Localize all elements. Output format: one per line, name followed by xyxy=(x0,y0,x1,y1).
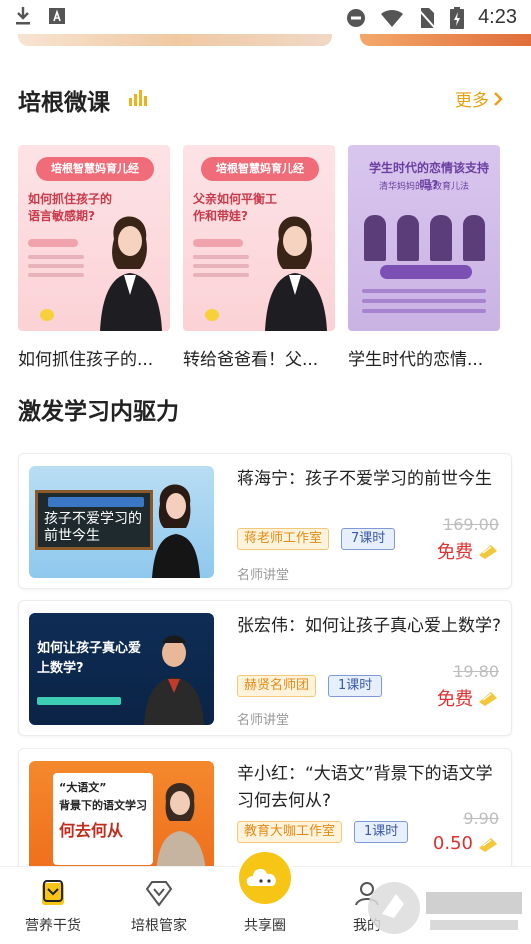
download-icon xyxy=(14,6,32,26)
micro-course-title: 转给爸爸看！父... xyxy=(183,350,319,370)
presenter-figure xyxy=(144,635,204,725)
course-title: 张宏伟：如何让孩子真心爱上数学? xyxy=(237,616,502,636)
nav-item-nutrition[interactable]: 营养干货 xyxy=(8,879,98,935)
presenter-figure xyxy=(156,783,206,873)
status-bar: 4:23 xyxy=(0,0,531,36)
course-card[interactable]: 如何让孩子真心爱上数学? 张宏伟：如何让孩子真心爱上数学? 赫贤名师团 1课时 … xyxy=(18,600,512,736)
org-tag[interactable]: 教育大咖工作室 xyxy=(237,821,343,843)
thumb-title-line: 背景下的语文学习 xyxy=(59,799,147,812)
presenter-figure xyxy=(265,216,327,331)
presenter-figure xyxy=(100,216,162,331)
chevron-right-icon xyxy=(493,91,503,107)
course-card[interactable]: 孩子不爱学习的前世今生 蒋海宁：孩子不爱学习的前世今生 蒋老师工作室 7课时 1… xyxy=(18,453,512,589)
thumb-subtitle: 清华妈妈的高效育儿法 xyxy=(378,182,469,192)
thumb-text-lines xyxy=(362,289,486,319)
thumb-tag: 培根智慧妈育儿经 xyxy=(201,157,319,181)
micro-course-list: 培根智慧妈育儿经 如何抓住孩子的语言敏感期? 如何抓住孩子的... 培根智慧妈育… xyxy=(18,145,518,375)
cloud-face-icon xyxy=(246,868,276,886)
heart-badge-icon xyxy=(144,879,174,907)
original-price: 9.90 xyxy=(463,809,499,828)
price-value: 免费 xyxy=(437,542,473,563)
audio-bars-icon xyxy=(128,88,150,110)
thumb-bar xyxy=(37,697,121,705)
thumb-name-pill xyxy=(28,239,78,247)
course-source: 名师讲堂 xyxy=(237,713,290,728)
org-tag[interactable]: 蒋老师工作室 xyxy=(237,528,330,550)
duck-decoration xyxy=(205,309,219,321)
price: 免费 xyxy=(437,538,499,564)
section-title-micro: 培根微课 xyxy=(18,90,110,116)
course-source: 名师讲堂 xyxy=(237,568,290,583)
no-sim-icon xyxy=(418,7,436,29)
course-thumbnail[interactable]: “大语文” 背景下的语文学习 何去何从 xyxy=(29,761,214,873)
thumb-tag: 培根智慧妈育儿经 xyxy=(36,157,154,181)
course-thumbnail[interactable]: 如何让孩子真心爱上数学? xyxy=(29,613,214,725)
text-a-icon xyxy=(48,7,66,25)
course-tags: 赫贤名师团 1课时 xyxy=(237,675,383,697)
course-title: 辛小红：“大语文”背景下的语文学习何去何从? xyxy=(237,764,493,811)
org-tag[interactable]: 赫贤名师团 xyxy=(237,675,317,697)
nav-share-circle-button[interactable] xyxy=(236,849,294,907)
price: 免费 xyxy=(437,685,499,711)
more-link[interactable]: 更多 xyxy=(455,86,503,111)
thumb-title-line: 何去何从 xyxy=(59,821,124,840)
guest-figures xyxy=(358,205,490,261)
bag-heart-icon xyxy=(39,879,67,907)
price: 0.50 xyxy=(433,833,499,854)
blackboard: 孩子不爱学习的前世今生 xyxy=(35,490,153,550)
lesson-count-tag: 1课时 xyxy=(328,675,383,697)
thumb-banner xyxy=(380,265,472,279)
original-price: 19.80 xyxy=(453,662,499,681)
course-title: 蒋海宁：孩子不爱学习的前世今生 xyxy=(237,469,492,489)
site-watermark-logo xyxy=(368,882,522,934)
wifi-icon xyxy=(380,8,404,28)
course-tags: 蒋老师工作室 7课时 xyxy=(237,528,396,550)
clock: 4:23 xyxy=(478,6,517,28)
micro-course-thumbnail[interactable]: 培根智慧妈育儿经 如何抓住孩子的语言敏感期? xyxy=(18,145,170,331)
thumb-name-pill xyxy=(193,239,243,247)
micro-course-thumbnail[interactable]: 学生时代的恋情该支持吗? 清华妈妈的高效育儿法 xyxy=(348,145,500,331)
thumb-title: 如何让孩子真心爱上数学? xyxy=(37,641,142,676)
section-title-motivation: 激发学习内驱力 xyxy=(18,399,179,425)
course-tags: 教育大咖工作室 1课时 xyxy=(237,821,409,843)
battery-charging-icon xyxy=(450,6,465,29)
board-label xyxy=(48,497,144,507)
nav-label: 营养干货 xyxy=(25,918,81,934)
micro-course-card[interactable]: 培根智慧妈育儿经 如何抓住孩子的语言敏感期? 如何抓住孩子的... xyxy=(18,145,170,370)
course-thumbnail[interactable]: 孩子不爱学习的前世今生 xyxy=(29,466,214,578)
price-value: 0.50 xyxy=(432,833,473,854)
coupon-icon xyxy=(477,836,499,852)
more-label: 更多 xyxy=(455,91,489,111)
thumb-title-line: “大语文” xyxy=(59,781,107,794)
nav-item-butler[interactable]: 培根管家 xyxy=(114,879,204,935)
presenter-figure xyxy=(152,484,200,578)
dnd-icon xyxy=(346,8,366,28)
duck-decoration xyxy=(40,309,54,321)
thumb-text-lines xyxy=(193,255,249,282)
micro-course-title: 学生时代的恋情... xyxy=(348,350,484,370)
micro-course-title: 如何抓住孩子的... xyxy=(18,350,154,370)
nav-label: 培根管家 xyxy=(131,918,187,934)
banner-remnant-left[interactable] xyxy=(18,34,332,46)
price-value: 免费 xyxy=(437,689,473,710)
thumb-text-lines xyxy=(28,255,84,282)
banner-remnant-right[interactable] xyxy=(360,34,531,46)
micro-course-thumbnail[interactable]: 培根智慧妈育儿经 父亲如何平衡工作和带娃? xyxy=(183,145,335,331)
thumb-title: 孩子不爱学习的前世今生 xyxy=(44,511,142,544)
micro-course-card[interactable]: 培根智慧妈育儿经 父亲如何平衡工作和带娃? 转给爸爸看！父... xyxy=(183,145,335,370)
lesson-count-tag: 1课时 xyxy=(354,821,409,843)
lesson-count-tag: 7课时 xyxy=(341,528,396,550)
coupon-icon xyxy=(477,690,499,706)
coupon-icon xyxy=(477,543,499,559)
nav-label[interactable]: 共享圈 xyxy=(220,915,310,935)
original-price: 169.00 xyxy=(443,515,499,534)
micro-course-card[interactable]: 学生时代的恋情该支持吗? 清华妈妈的高效育儿法 学生时代的恋情... xyxy=(348,145,500,370)
